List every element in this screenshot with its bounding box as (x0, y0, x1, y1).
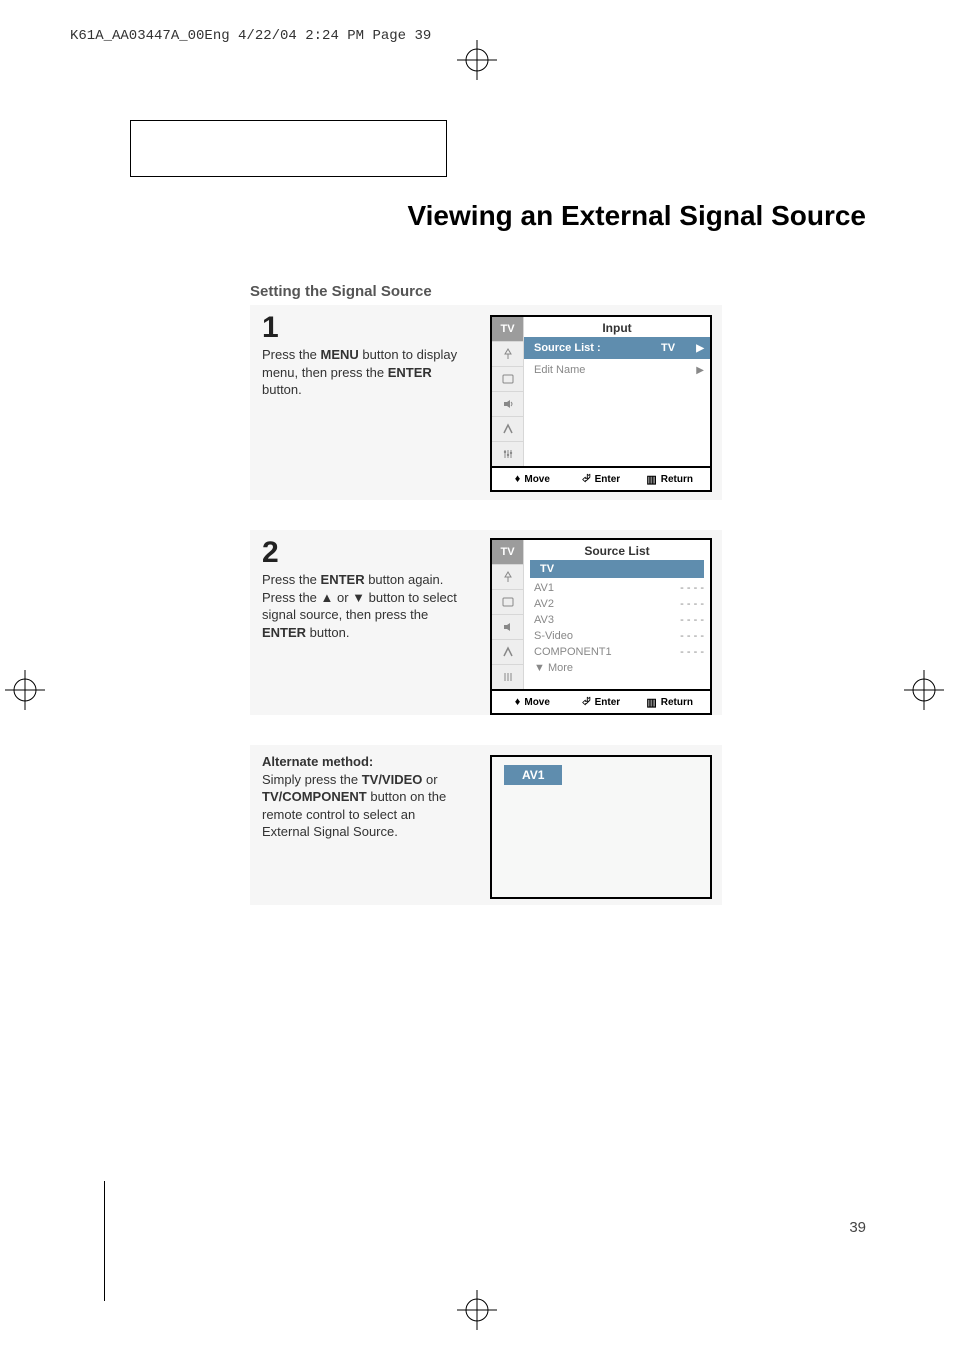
osd-title: Input (524, 317, 710, 337)
label: Edit Name (534, 364, 644, 376)
osd-row-source-list[interactable]: Source List : TV ▶ (524, 337, 710, 359)
osd-sidebar: TV (492, 540, 524, 689)
osd-footer: ♦Move ⮰ Enter ▥ Return (492, 689, 710, 713)
label: Enter (595, 474, 621, 485)
source-badge: AV1 (504, 765, 562, 785)
osd-av1-screen: AV1 (490, 755, 712, 899)
osd-row-edit-name[interactable]: Edit Name ▶ (524, 359, 710, 381)
text: Press the (262, 347, 321, 362)
value: TV (644, 342, 692, 354)
updown-icon: ♦ (515, 696, 521, 708)
sidebar-antenna-icon (492, 341, 524, 366)
label: Return (661, 697, 693, 708)
label: Return (661, 474, 693, 485)
page-number: 39 (849, 1219, 866, 1236)
label: S-Video (534, 630, 680, 642)
label: ▼ More (534, 662, 704, 674)
return-icon: ▥ (646, 696, 656, 709)
step-1-block: 1 Press the MENU button to display menu,… (250, 305, 722, 500)
sidebar-picture-icon (492, 366, 524, 391)
bold: ENTER (321, 572, 365, 587)
osd-footer: ♦Move ⮰ Enter ▥ Return (492, 466, 710, 490)
osd-row-av2[interactable]: AV2- - - - (524, 596, 710, 612)
sidebar-setup-icon (492, 441, 524, 466)
registration-mark-icon (457, 40, 497, 80)
step-text: Alternate method: Simply press the TV/VI… (262, 753, 462, 841)
sidebar-tv-icon: TV (492, 540, 524, 564)
heading: Alternate method: (262, 754, 373, 769)
text: Press the (262, 572, 321, 587)
osd-row-svideo[interactable]: S-Video- - - - (524, 628, 710, 644)
registration-mark-icon (457, 1290, 497, 1330)
text: button. (262, 382, 302, 397)
label: Move (524, 474, 550, 485)
registration-mark-icon (904, 670, 944, 710)
sidebar-channel-icon (492, 639, 524, 664)
sidebar-channel-icon (492, 416, 524, 441)
osd-row-component1[interactable]: COMPONENT1- - - - (524, 644, 710, 660)
text: button. (306, 625, 349, 640)
arrow-icon: ▶ (692, 343, 704, 354)
bold: ENTER (262, 625, 306, 640)
page-title: Viewing an External Signal Source (250, 200, 866, 232)
text: Simply press the (262, 772, 362, 787)
osd-source-list-menu: TV Source List TV AV1- - - - AV2- - - - … (490, 538, 712, 715)
label: Move (524, 697, 550, 708)
return-icon: ▥ (646, 473, 656, 486)
text: or (422, 772, 437, 787)
bold: TV/VIDEO (362, 772, 423, 787)
header-outline-box (130, 120, 447, 177)
label: TV (540, 563, 694, 575)
value: - - - - (680, 630, 704, 642)
step-2-block: 2 Press the ENTER button again. Press th… (250, 530, 722, 715)
bold: ENTER (388, 365, 432, 380)
crop-line (104, 1181, 105, 1301)
osd-row-more[interactable]: ▼ More (524, 660, 710, 676)
label: AV3 (534, 614, 680, 626)
registration-mark-icon (5, 670, 45, 710)
print-header: K61A_AA03447A_00Eng 4/22/04 2:24 PM Page… (70, 28, 431, 44)
enter-icon: ⮰ (582, 473, 591, 486)
osd-row-av1[interactable]: AV1- - - - (524, 580, 710, 596)
value: - - - - (680, 614, 704, 626)
value: - - - - (680, 582, 704, 594)
alternate-method-block: Alternate method: Simply press the TV/VI… (250, 745, 722, 905)
enter-icon: ⮰ (582, 696, 591, 709)
osd-sidebar: TV (492, 317, 524, 466)
value: - - - - (680, 598, 704, 610)
updown-icon: ♦ (515, 473, 521, 485)
bold: MENU (321, 347, 359, 362)
bold: TV/COMPONENT (262, 789, 367, 804)
label: COMPONENT1 (534, 646, 680, 658)
sidebar-antenna-icon (492, 564, 524, 589)
section-subtitle: Setting the Signal Source (250, 283, 432, 300)
osd-row-av3[interactable]: AV3- - - - (524, 612, 710, 628)
sidebar-picture-icon (492, 589, 524, 614)
step-text: Press the ENTER button again. Press the … (262, 571, 472, 641)
osd-input-menu: TV Input Sourc (490, 315, 712, 492)
arrow-icon: ▶ (692, 365, 704, 376)
sidebar-tv-icon: TV (492, 317, 524, 341)
label: Enter (595, 697, 621, 708)
value: - - - - (680, 646, 704, 658)
osd-title: Source List (524, 540, 710, 560)
sidebar-setup-icon (492, 664, 524, 689)
label: Source List : (534, 342, 644, 354)
osd-row-tv[interactable]: TV (530, 560, 704, 578)
label: AV2 (534, 598, 680, 610)
step-text: Press the MENU button to display menu, t… (262, 346, 472, 399)
label: AV1 (534, 582, 680, 594)
sidebar-sound-icon (492, 614, 524, 639)
sidebar-sound-icon (492, 391, 524, 416)
